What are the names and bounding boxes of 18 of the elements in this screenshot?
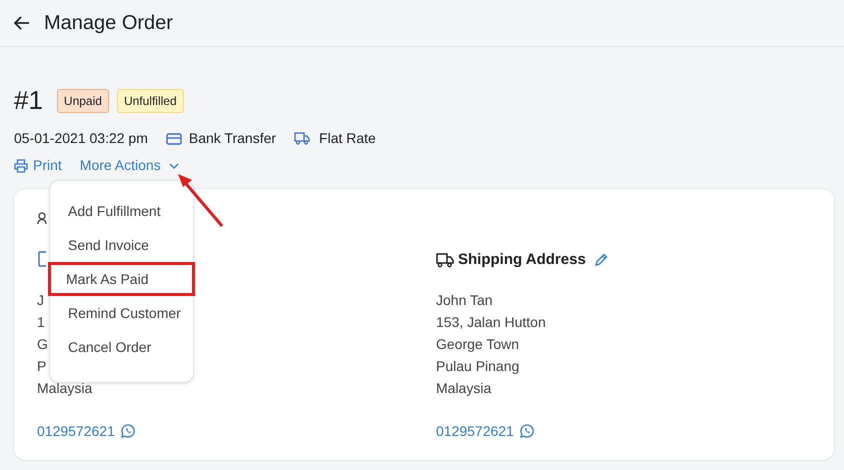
order-date: 05-01-2021 03:22 pm	[14, 129, 148, 148]
address-line: G	[37, 335, 48, 354]
section-title: Shipping Address	[458, 250, 586, 270]
address-line: John Tan	[436, 290, 494, 310]
address-line: 153, Jalan Hutton	[436, 312, 547, 332]
address-line: J	[37, 291, 44, 310]
order-number: #1	[14, 84, 43, 117]
page-title: Manage Order	[44, 11, 173, 36]
payment-method: Bank Transfer	[188, 129, 276, 148]
status-badge: Unpaid	[56, 88, 109, 112]
address-line: Malaysia	[37, 379, 92, 398]
status-badge: Unfulfilled	[116, 88, 184, 112]
shipping-method: Flat Rate	[319, 129, 376, 148]
address-line: 1	[37, 313, 45, 332]
address-line: P	[37, 357, 46, 376]
address-line: Malaysia	[436, 378, 492, 398]
address-line: George Town	[436, 334, 520, 354]
address-line: Pulau Pinang	[436, 356, 520, 376]
